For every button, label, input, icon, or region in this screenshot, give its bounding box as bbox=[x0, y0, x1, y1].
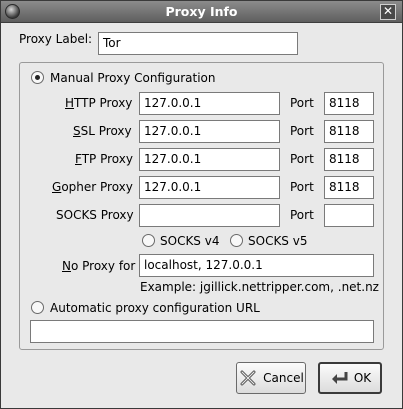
ok-button[interactable]: OK bbox=[318, 362, 382, 394]
ftp-proxy-input[interactable]: 127.0.0.1 bbox=[139, 148, 280, 171]
close-button[interactable]: ✕ bbox=[380, 4, 396, 20]
no-proxy-label: No Proxy for bbox=[62, 259, 136, 273]
auto-proxy-radio[interactable] bbox=[31, 301, 44, 314]
gopher-port-label: Port bbox=[290, 180, 314, 194]
http-proxy-label: HTTP Proxy bbox=[65, 96, 133, 110]
ssl-proxy-label: SSL Proxy bbox=[73, 124, 132, 138]
socks-port-label: Port bbox=[290, 208, 314, 222]
cancel-icon bbox=[240, 370, 256, 386]
no-proxy-input[interactable]: localhost, 127.0.0.1 bbox=[139, 254, 374, 277]
socks-v4-label: SOCKS v4 bbox=[160, 234, 220, 248]
socks-v4-radio[interactable] bbox=[142, 234, 155, 247]
manual-proxy-label: Manual Proxy Configuration bbox=[50, 71, 216, 85]
cancel-button[interactable]: Cancel bbox=[236, 362, 306, 394]
gopher-proxy-label: Gopher Proxy bbox=[52, 180, 133, 194]
window-title: Proxy Info bbox=[165, 4, 238, 19]
http-proxy-input[interactable]: 127.0.0.1 bbox=[139, 92, 280, 115]
title-bar[interactable]: Proxy Info ✕ bbox=[1, 1, 402, 23]
http-port-input[interactable]: 8118 bbox=[324, 92, 374, 115]
ssl-proxy-input[interactable]: 127.0.0.1 bbox=[139, 120, 280, 143]
ssl-port-input[interactable]: 8118 bbox=[324, 120, 374, 143]
socks-port-input[interactable] bbox=[324, 204, 374, 227]
socks-proxy-input[interactable] bbox=[139, 204, 280, 227]
ssl-port-label: Port bbox=[290, 124, 314, 138]
auto-proxy-label: Automatic proxy configuration URL bbox=[50, 301, 260, 315]
no-proxy-example: Example: jgillick.nettripper.com, .net.n… bbox=[140, 280, 379, 294]
cancel-label: Cancel bbox=[263, 371, 304, 385]
ok-icon bbox=[331, 372, 348, 384]
socks-proxy-label: SOCKS Proxy bbox=[56, 208, 134, 222]
proxy-label-caption: Proxy Label: bbox=[19, 32, 93, 46]
proxy-info-dialog: Proxy Info ✕ Proxy Label: Tor Manual Pro… bbox=[0, 0, 403, 409]
close-icon: ✕ bbox=[382, 4, 394, 18]
proxy-label-input[interactable]: Tor bbox=[98, 32, 298, 55]
gopher-port-input[interactable]: 8118 bbox=[324, 176, 374, 199]
ftp-port-label: Port bbox=[290, 152, 314, 166]
ftp-proxy-label: FTP Proxy bbox=[75, 152, 133, 166]
ftp-port-input[interactable]: 8118 bbox=[324, 148, 374, 171]
http-port-label: Port bbox=[290, 96, 314, 110]
socks-v5-label: SOCKS v5 bbox=[248, 234, 308, 248]
manual-proxy-radio[interactable] bbox=[31, 71, 44, 84]
ok-label: OK bbox=[353, 371, 372, 385]
auto-proxy-url-input[interactable] bbox=[30, 320, 374, 343]
socks-v5-radio[interactable] bbox=[230, 234, 243, 247]
gopher-proxy-input[interactable]: 127.0.0.1 bbox=[139, 176, 280, 199]
